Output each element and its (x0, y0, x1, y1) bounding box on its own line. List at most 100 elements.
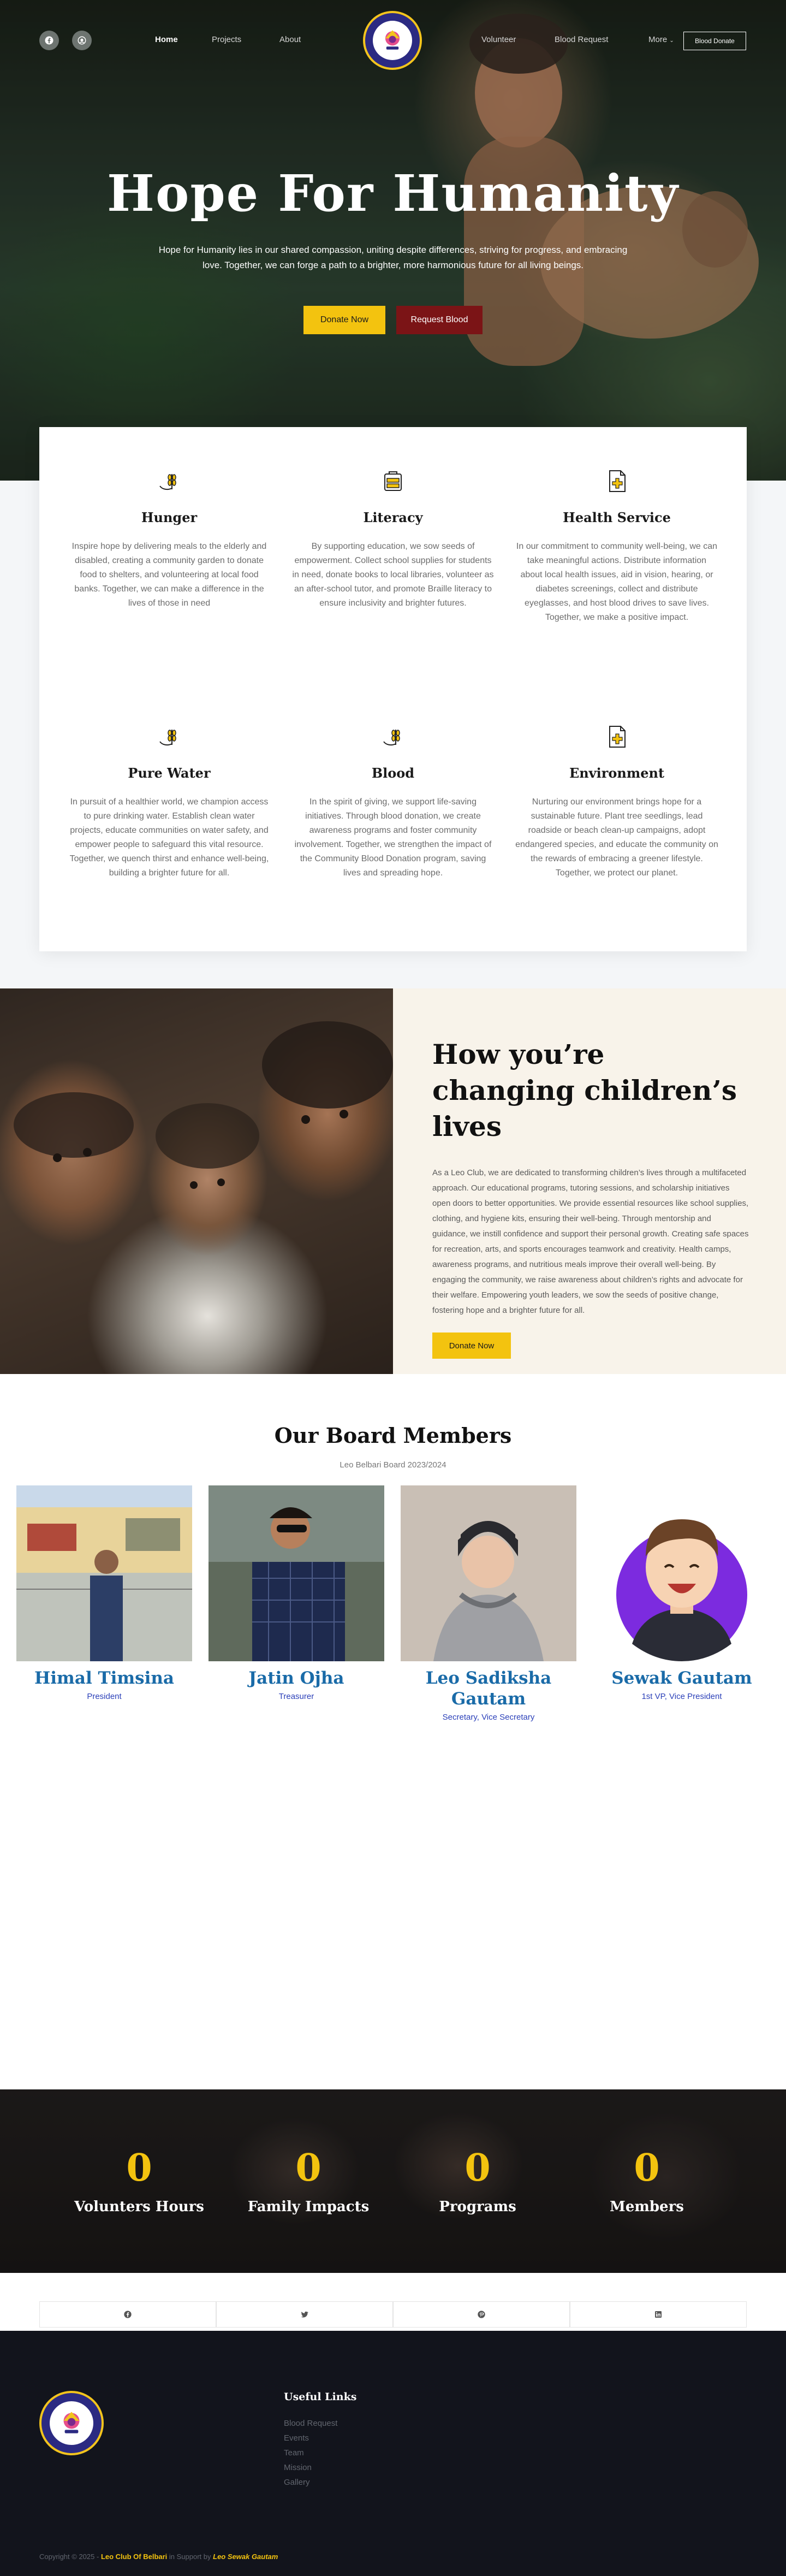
copyright-prefix: Copyright © 2025 - (39, 2553, 99, 2561)
member-role: Treasurer (278, 1692, 314, 1701)
member-card: Leo Sadiksha Gautam Secretary, Vice Secr… (401, 1485, 576, 1722)
service-environment: Environment Nurturing our environment br… (515, 722, 718, 880)
board-section: Our Board Members Leo Belbari Board 2023… (0, 1374, 786, 2089)
service-text: Inspire hope by delivering meals to the … (72, 542, 267, 608)
member-name: Leo Sadiksha Gautam (425, 1668, 552, 1709)
board-title: Our Board Members (274, 1423, 512, 1448)
children-illustration (14, 1021, 393, 1189)
site-footer: Useful Links Blood Request Events Team M… (0, 2331, 786, 2576)
lion-emblem-icon (63, 2412, 80, 2433)
stat-label: Family Impacts (247, 2199, 370, 2215)
footer-logo[interactable] (39, 2391, 104, 2455)
service-title: Health Service (563, 510, 671, 525)
copyright-club-link[interactable]: Leo Club Of Belbari (101, 2553, 167, 2561)
footer-link-team[interactable]: Team (284, 2445, 337, 2460)
nav-blood-request[interactable]: Blood Request (555, 35, 608, 44)
top-navigation: Home Projects About Volunteer Blood Requ… (0, 0, 786, 82)
copyright: Copyright © 2025 - Leo Club Of Belbari i… (39, 2553, 278, 2561)
board-subtitle: Leo Belbari Board 2023/2024 (340, 1460, 446, 1470)
footer-links: Blood Request Events Team Mission Galler… (284, 2416, 337, 2490)
services-card: Hunger Inspire hope by delivering meals … (39, 427, 747, 951)
changing-lives-section: How you’re changing children’s lives As … (0, 988, 786, 1374)
service-text: In pursuit of a healthier world, we cham… (69, 797, 269, 878)
lions-club-icon[interactable] (72, 31, 92, 50)
changing-body: As a Leo Club, we are dedicated to trans… (432, 1168, 749, 1315)
services-section: Hunger Inspire hope by delivering meals … (0, 427, 786, 988)
stats-section: 0 Volunters Hours 0 Family Impacts 0 Pro… (0, 2089, 786, 2273)
nav-more-dropdown[interactable]: More ⌄ (648, 35, 674, 44)
service-text: In the spirit of giving, we support life… (294, 797, 492, 878)
facebook-icon[interactable] (39, 31, 59, 50)
member-photo (16, 1485, 192, 1661)
member-role: Secretary, Vice Secretary (442, 1713, 535, 1722)
service-title: Literacy (363, 510, 423, 525)
stat-value: 0 (295, 2146, 321, 2190)
nav-projects[interactable]: Projects (212, 35, 241, 44)
service-text: By supporting education, we sow seeds of… (292, 542, 494, 608)
member-photo (209, 1485, 384, 1661)
changing-donate-button[interactable]: Donate Now (432, 1333, 511, 1359)
member-card: Himal Timsina President (16, 1485, 192, 1701)
footer-link-events[interactable]: Events (284, 2431, 337, 2445)
wheat-icon (383, 730, 400, 746)
hero-section: Home Projects About Volunteer Blood Requ… (0, 0, 786, 481)
hero-request-blood-button[interactable]: Request Blood (396, 306, 483, 334)
twitter-icon (301, 2311, 308, 2318)
blood-donate-button[interactable]: Blood Donate (683, 32, 746, 50)
club-logo[interactable] (363, 11, 422, 70)
service-text: Nurturing our environment brings hope fo… (515, 797, 718, 878)
stat-value: 0 (465, 2146, 491, 2190)
nav-more-label: More (648, 35, 668, 44)
member-name: Sewak Gautam (611, 1668, 752, 1688)
member-photo (401, 1485, 576, 1661)
stat-volunteer-hours: 0 Volunters Hours (57, 2149, 221, 2215)
footer-link-gallery[interactable]: Gallery (284, 2475, 337, 2490)
share-linkedin-button[interactable] (570, 2301, 747, 2328)
stat-label: Volunters Hours (74, 2199, 204, 2215)
hero-subtitle: Hope for Humanity lies in our shared com… (158, 245, 628, 270)
stat-label: Programs (439, 2199, 516, 2215)
pinterest-icon (478, 2311, 485, 2318)
medical-document-icon (609, 726, 626, 748)
service-title: Hunger (141, 510, 198, 525)
member-avatar (594, 1485, 770, 1661)
member-card: Jatin Ojha Treasurer (209, 1485, 384, 1701)
share-pinterest-button[interactable] (393, 2301, 570, 2328)
chevron-down-icon: ⌄ (669, 38, 674, 44)
share-facebook-button[interactable] (39, 2301, 216, 2328)
linkedin-icon (655, 2311, 662, 2318)
nav-volunteer[interactable]: Volunteer (481, 35, 516, 44)
service-title: Environment (569, 765, 665, 781)
nav-about[interactable]: About (279, 35, 301, 44)
stat-family-impacts: 0 Family Impacts (227, 2149, 390, 2215)
service-blood: Blood In the spirit of giving, we suppor… (291, 722, 495, 880)
lion-emblem-icon (385, 30, 400, 50)
stat-members: 0 Members (565, 2149, 729, 2215)
service-title: Pure Water (128, 765, 211, 781)
stat-programs: 0 Programs (396, 2149, 559, 2215)
nav-home[interactable]: Home (155, 35, 178, 44)
hero-title: Hope For Humanity (107, 164, 679, 223)
stat-value: 0 (634, 2146, 660, 2190)
children-photo (0, 988, 393, 1374)
copyright-support: in Support by (169, 2553, 211, 2561)
share-twitter-button[interactable] (216, 2301, 393, 2328)
copyright-author-link[interactable]: Leo Sewak Gautam (213, 2553, 278, 2561)
service-text: In our commitment to community well-bein… (516, 542, 718, 622)
share-bar (0, 2273, 786, 2331)
service-title: Blood (371, 765, 415, 781)
member-role: 1st VP, Vice President (641, 1692, 722, 1701)
footer-link-blood-request[interactable]: Blood Request (284, 2416, 337, 2431)
stat-label: Members (610, 2199, 684, 2215)
member-name: Himal Timsina (34, 1668, 175, 1688)
service-literacy: Literacy By supporting education, we sow… (291, 466, 495, 611)
service-health: Health Service In our commitment to comm… (515, 466, 718, 625)
footer-link-mission[interactable]: Mission (284, 2460, 337, 2475)
hero-donate-button[interactable]: Donate Now (303, 306, 385, 334)
member-role: President (87, 1692, 122, 1701)
service-hunger: Hunger Inspire hope by delivering meals … (68, 466, 271, 611)
member-card: Sewak Gautam 1st VP, Vice President (594, 1485, 770, 1701)
facebook-icon (124, 2311, 132, 2318)
stat-value: 0 (126, 2146, 152, 2190)
member-name: Jatin Ojha (248, 1668, 344, 1688)
